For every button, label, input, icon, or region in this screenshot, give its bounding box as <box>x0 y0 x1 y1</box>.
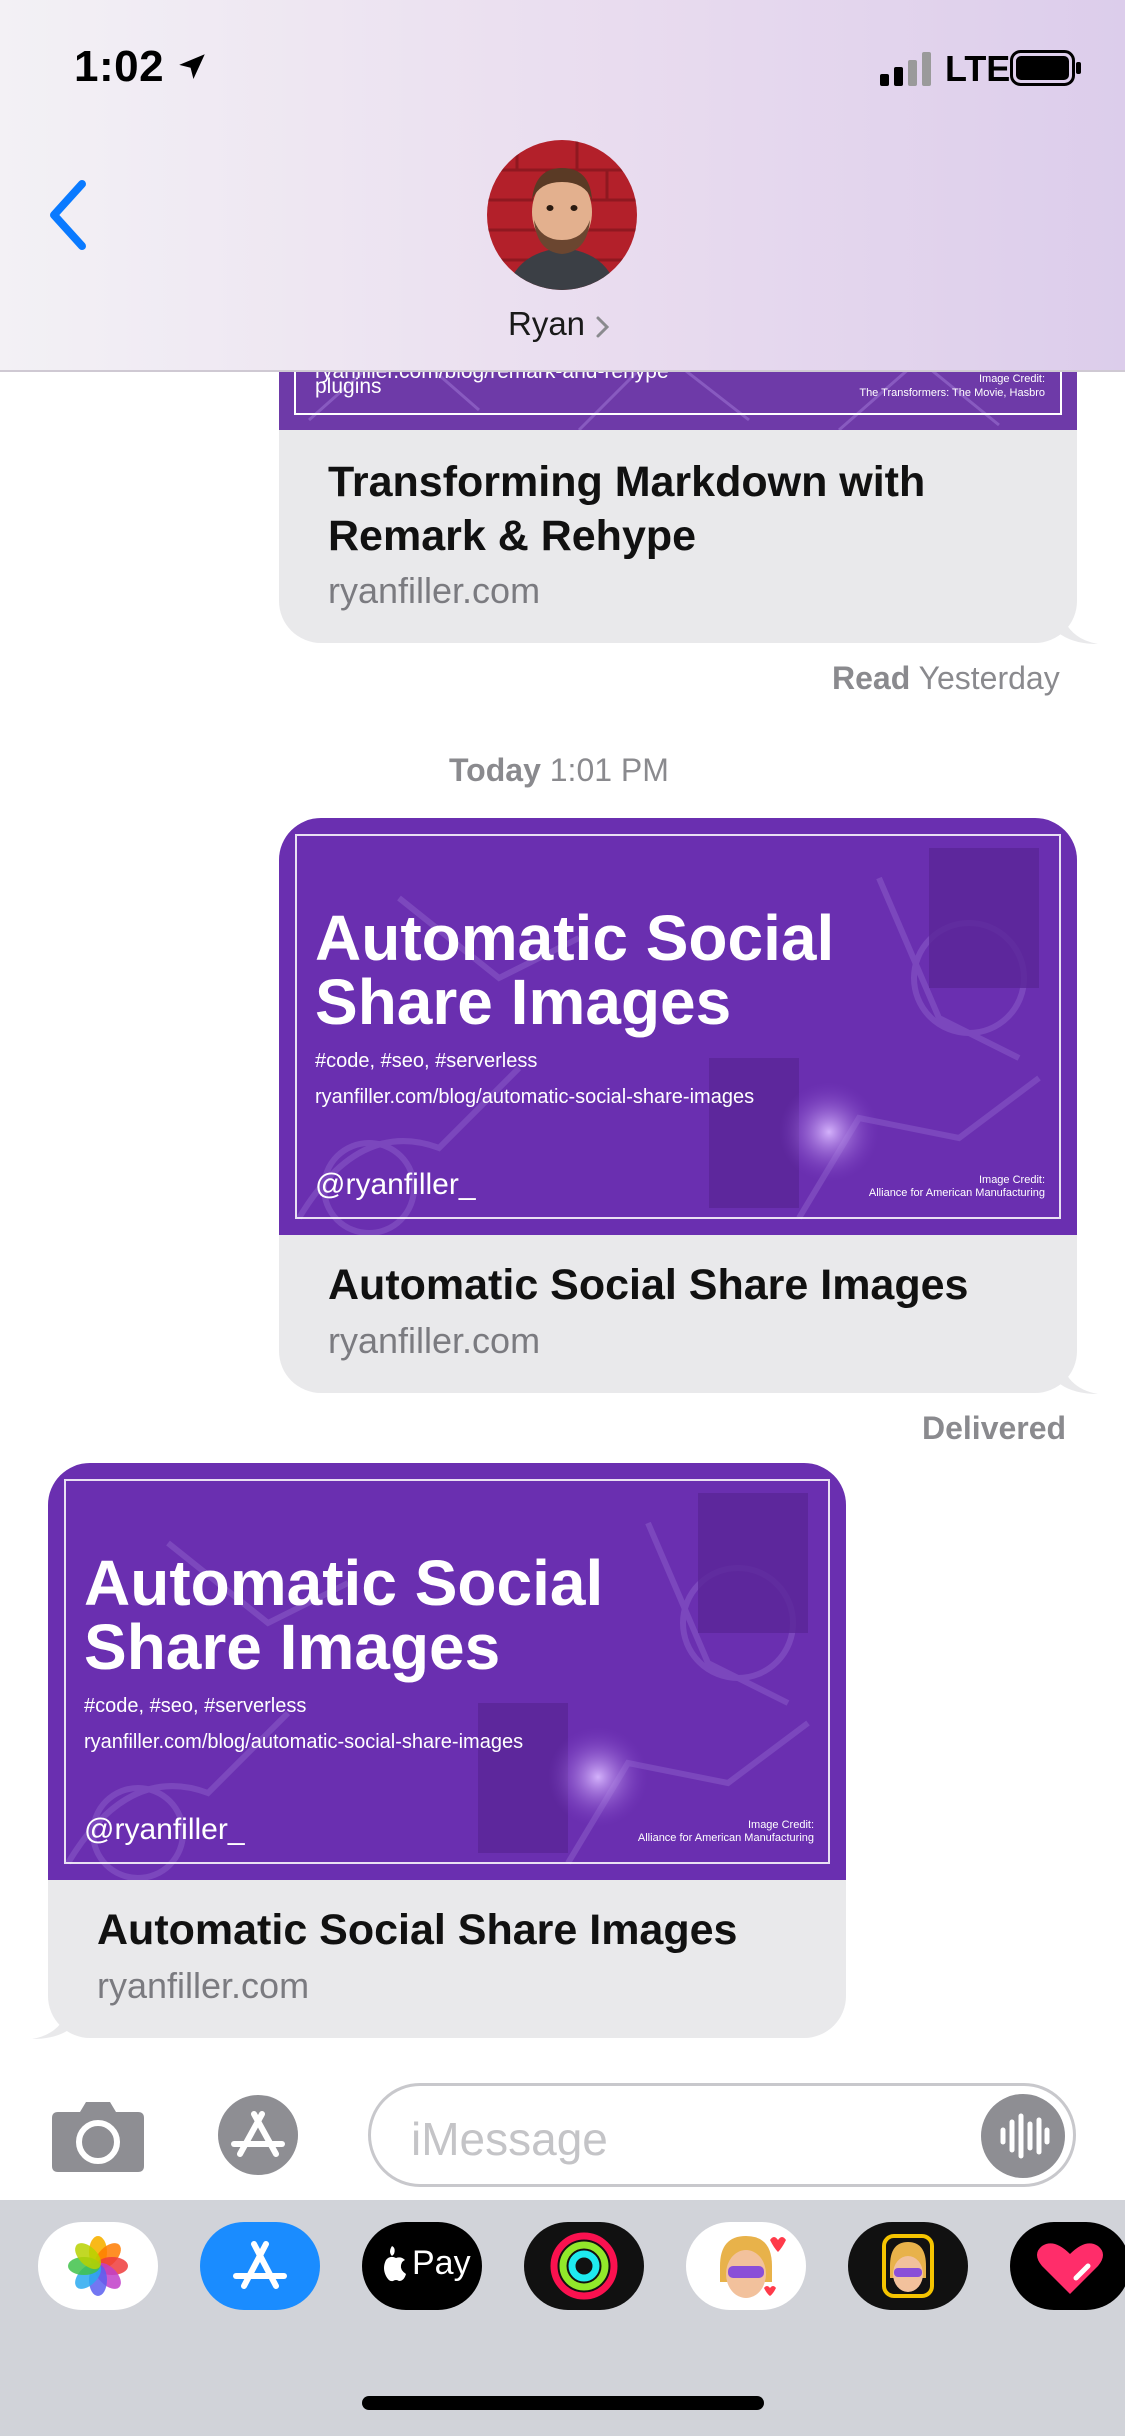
app-store-icon[interactable] <box>210 2092 316 2178</box>
status-time: 1:02 <box>74 42 165 91</box>
chevron-left-icon[interactable] <box>40 170 100 260</box>
location-arrow-icon <box>179 54 205 80</box>
avatar[interactable] <box>487 140 637 290</box>
og-url: ryanfiller.com/blog/automatic-social-sha… <box>84 1731 524 1753</box>
og-handle: @ryanfiller_ <box>84 1813 245 1846</box>
home-indicator[interactable] <box>362 2396 764 2410</box>
og-handle: @ryanfiller_ <box>315 1168 476 1201</box>
link-title: Transforming Markdown with Remark & Rehy… <box>328 458 926 560</box>
network-type: LTE <box>945 48 1011 89</box>
og-url: ryanfiller.com/blog/automatic-social-sha… <box>315 1086 755 1108</box>
bubble-tail <box>1060 1354 1098 1394</box>
link-title: Automatic Social Share Images <box>97 1906 738 1954</box>
og-title: Automatic Social Share Images <box>315 902 835 1038</box>
app-store-app-icon[interactable] <box>200 2222 320 2310</box>
audio-waveform-icon <box>1000 2113 1050 2159</box>
conversation-header: 1:02 LTE Ryan <box>0 0 1125 372</box>
partial-og-url-line2: plugins <box>315 375 382 398</box>
link-preview-image: Automatic Social Share Images #code, #se… <box>48 1463 846 1880</box>
cellular-signal-icon <box>880 52 931 86</box>
photos-app-icon[interactable] <box>38 2222 158 2310</box>
audio-message-button[interactable] <box>981 2094 1065 2178</box>
battery-icon <box>1010 50 1081 86</box>
camera-icon[interactable] <box>50 2098 146 2174</box>
image-credit: Image Credit: The Transformers: The Movi… <box>859 373 1045 399</box>
digital-touch-app-icon[interactable] <box>1010 2222 1125 2310</box>
apple-pay-app-icon[interactable]: Pay <box>362 2222 482 2310</box>
delivered-receipt: Delivered <box>922 1410 1067 1446</box>
animoji-app-icon[interactable] <box>848 2222 968 2310</box>
chevron-right-icon[interactable] <box>593 312 613 342</box>
bubble-tail <box>32 1999 70 2039</box>
link-preview-image: Automatic Social Share Images #code, #se… <box>279 818 1077 1235</box>
og-credit: Image Credit: Alliance for American Manu… <box>868 1174 1045 1199</box>
link-preview-bubble[interactable]: Automatic Social Share Images #code, #se… <box>48 1463 846 2038</box>
og-credit: Image Credit: Alliance for American Manu… <box>637 1819 814 1844</box>
link-domain: ryanfiller.com <box>328 570 541 611</box>
link-domain: ryanfiller.com <box>328 1320 541 1361</box>
apple-pay-label: Pay <box>412 2244 471 2282</box>
link-title: Automatic Social Share Images <box>328 1261 969 1309</box>
contact-name[interactable]: Ryan <box>508 305 585 343</box>
conversation-timestamp: Today 1:01 PM <box>449 752 669 788</box>
memoji-stickers-app-icon[interactable] <box>686 2222 806 2310</box>
bubble-tail <box>1060 604 1098 644</box>
link-preview-bubble[interactable]: Automatic Social Share Images #code, #se… <box>279 818 1077 1393</box>
message-input[interactable]: iMessage <box>368 2083 1076 2187</box>
activity-app-icon[interactable] <box>524 2222 644 2310</box>
link-domain: ryanfiller.com <box>97 1965 310 2006</box>
read-receipt: Read Yesterday <box>832 660 1060 696</box>
og-tags: #code, #seo, #serverless <box>315 1050 538 1072</box>
message-input-placeholder: iMessage <box>411 2113 608 2165</box>
og-title: Automatic Social Share Images <box>84 1547 604 1683</box>
og-tags: #code, #seo, #serverless <box>84 1695 307 1717</box>
